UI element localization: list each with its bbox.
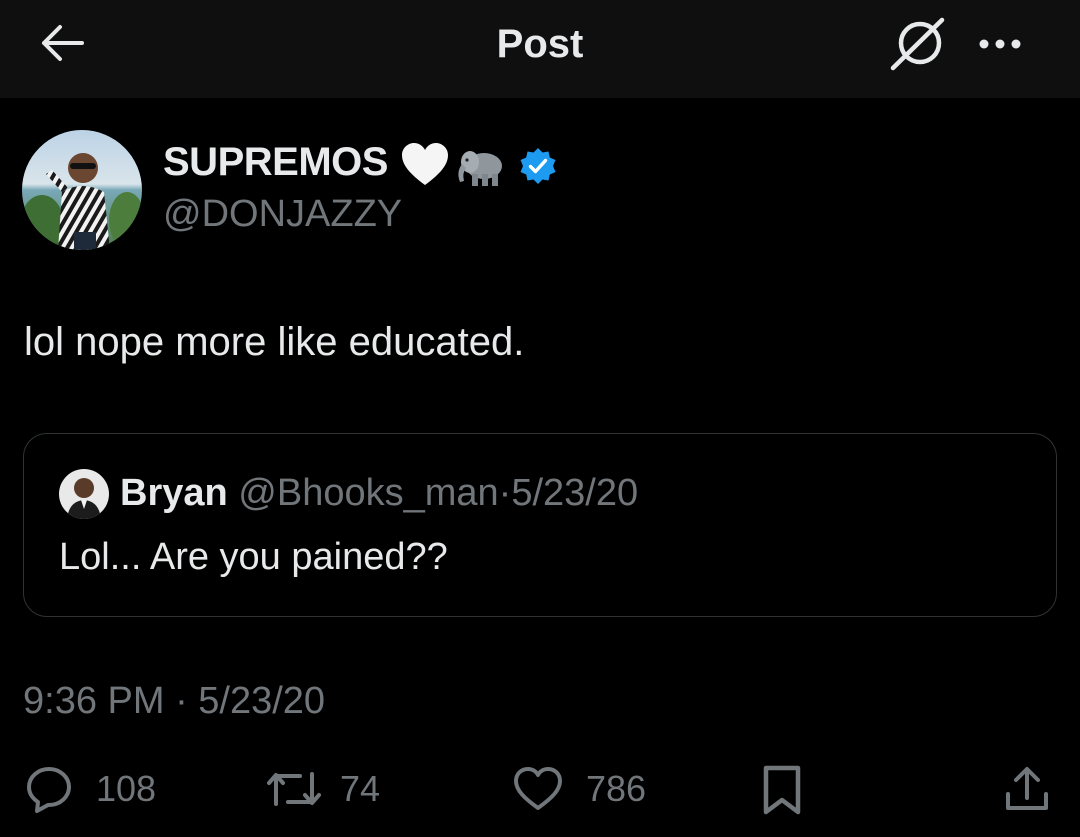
quote-date: 5/23/20	[511, 472, 639, 514]
elephant-icon	[458, 151, 502, 186]
post-text: lol nope more like educated.	[24, 320, 525, 364]
quote-avatar-photo	[59, 469, 109, 519]
repost-icon	[267, 772, 321, 806]
reply-button[interactable]: 108	[24, 764, 174, 814]
verified-badge-icon	[520, 148, 556, 184]
quote-avatar	[59, 469, 109, 519]
grok-button[interactable]	[888, 16, 948, 72]
quote-separator: ·	[498, 472, 512, 514]
heart-icon	[514, 767, 562, 810]
more-dots-icon	[979, 39, 1021, 49]
quote-header: Bryan @Bhooks_man·5/23/20	[120, 472, 638, 515]
bookmark-button[interactable]	[760, 764, 806, 815]
author-avatar[interactable]	[22, 130, 142, 250]
grok-icon	[890, 17, 945, 71]
quote-author-name: Bryan	[120, 472, 228, 514]
like-button[interactable]: 786	[512, 764, 662, 814]
quoted-post[interactable]: Bryan @Bhooks_man·5/23/20 Lol... Are you…	[23, 433, 1057, 617]
white-heart-icon	[402, 143, 448, 185]
share-button[interactable]	[1002, 764, 1052, 814]
quote-author-handle: @Bhooks_man	[238, 472, 499, 514]
author-name[interactable]: SUPREMOS	[163, 140, 388, 185]
bookmark-icon	[763, 765, 801, 815]
author-handle[interactable]: @DONJAZZY	[163, 193, 402, 236]
avatar-photo	[22, 130, 142, 250]
post-timestamp: 9:36 PM · 5/23/20	[23, 680, 326, 722]
repost-button[interactable]: 74	[266, 764, 396, 814]
like-count: 786	[586, 768, 647, 809]
quote-text: Lol... Are you pained??	[59, 536, 448, 578]
reply-count: 108	[96, 768, 157, 809]
top-bar: Post	[0, 0, 1080, 98]
more-button[interactable]	[970, 22, 1030, 66]
reply-icon	[27, 767, 71, 813]
repost-count: 74	[340, 768, 381, 809]
share-icon	[1006, 767, 1048, 810]
